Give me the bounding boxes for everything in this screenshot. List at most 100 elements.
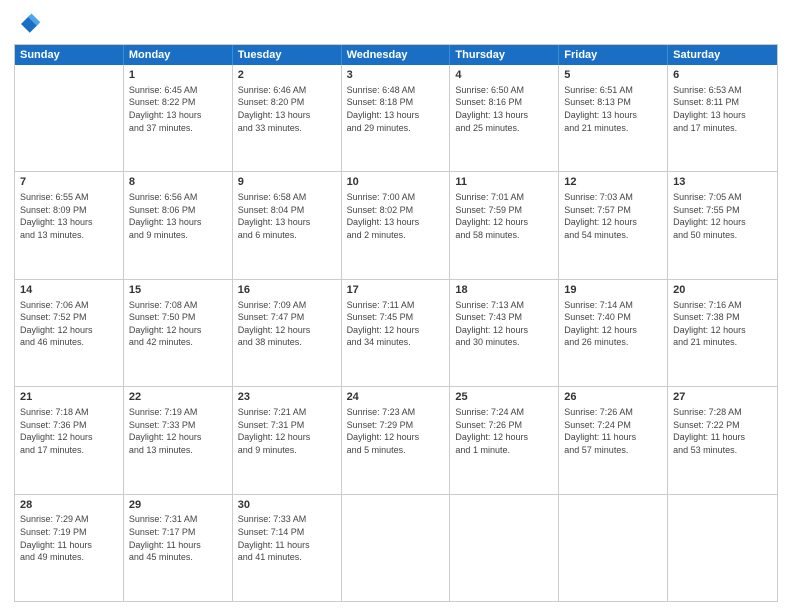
day-number: 8 [129, 175, 227, 190]
calendar-cell: 8Sunrise: 6:56 AM Sunset: 8:06 PM Daylig… [124, 172, 233, 278]
calendar-cell [450, 495, 559, 601]
day-number: 25 [455, 390, 553, 405]
day-info: Sunrise: 7:01 AM Sunset: 7:59 PM Dayligh… [455, 191, 553, 241]
day-number: 26 [564, 390, 662, 405]
day-info: Sunrise: 7:28 AM Sunset: 7:22 PM Dayligh… [673, 406, 772, 456]
day-info: Sunrise: 6:46 AM Sunset: 8:20 PM Dayligh… [238, 84, 336, 134]
day-number: 21 [20, 390, 118, 405]
logo-icon [14, 10, 42, 38]
calendar-header-cell: Friday [559, 45, 668, 65]
day-number: 14 [20, 283, 118, 298]
day-info: Sunrise: 6:55 AM Sunset: 8:09 PM Dayligh… [20, 191, 118, 241]
day-info: Sunrise: 7:24 AM Sunset: 7:26 PM Dayligh… [455, 406, 553, 456]
day-number: 30 [238, 498, 336, 513]
day-number: 11 [455, 175, 553, 190]
calendar-cell: 9Sunrise: 6:58 AM Sunset: 8:04 PM Daylig… [233, 172, 342, 278]
calendar-cell: 29Sunrise: 7:31 AM Sunset: 7:17 PM Dayli… [124, 495, 233, 601]
day-info: Sunrise: 7:00 AM Sunset: 8:02 PM Dayligh… [347, 191, 445, 241]
calendar: SundayMondayTuesdayWednesdayThursdayFrid… [14, 44, 778, 602]
day-info: Sunrise: 7:26 AM Sunset: 7:24 PM Dayligh… [564, 406, 662, 456]
calendar-cell: 24Sunrise: 7:23 AM Sunset: 7:29 PM Dayli… [342, 387, 451, 493]
calendar-cell: 18Sunrise: 7:13 AM Sunset: 7:43 PM Dayli… [450, 280, 559, 386]
day-number: 24 [347, 390, 445, 405]
calendar-cell: 23Sunrise: 7:21 AM Sunset: 7:31 PM Dayli… [233, 387, 342, 493]
day-info: Sunrise: 7:08 AM Sunset: 7:50 PM Dayligh… [129, 299, 227, 349]
calendar-cell: 5Sunrise: 6:51 AM Sunset: 8:13 PM Daylig… [559, 65, 668, 171]
day-number: 23 [238, 390, 336, 405]
calendar-cell: 26Sunrise: 7:26 AM Sunset: 7:24 PM Dayli… [559, 387, 668, 493]
calendar-cell [559, 495, 668, 601]
calendar-header-cell: Tuesday [233, 45, 342, 65]
day-number: 20 [673, 283, 772, 298]
calendar-header-cell: Wednesday [342, 45, 451, 65]
day-info: Sunrise: 7:23 AM Sunset: 7:29 PM Dayligh… [347, 406, 445, 456]
day-number: 13 [673, 175, 772, 190]
calendar-cell: 12Sunrise: 7:03 AM Sunset: 7:57 PM Dayli… [559, 172, 668, 278]
calendar-week-2: 7Sunrise: 6:55 AM Sunset: 8:09 PM Daylig… [15, 172, 777, 279]
calendar-cell: 16Sunrise: 7:09 AM Sunset: 7:47 PM Dayli… [233, 280, 342, 386]
day-info: Sunrise: 7:06 AM Sunset: 7:52 PM Dayligh… [20, 299, 118, 349]
day-info: Sunrise: 6:45 AM Sunset: 8:22 PM Dayligh… [129, 84, 227, 134]
day-info: Sunrise: 7:21 AM Sunset: 7:31 PM Dayligh… [238, 406, 336, 456]
day-info: Sunrise: 7:09 AM Sunset: 7:47 PM Dayligh… [238, 299, 336, 349]
day-info: Sunrise: 7:16 AM Sunset: 7:38 PM Dayligh… [673, 299, 772, 349]
calendar-header-cell: Monday [124, 45, 233, 65]
calendar-cell [342, 495, 451, 601]
calendar-cell: 15Sunrise: 7:08 AM Sunset: 7:50 PM Dayli… [124, 280, 233, 386]
day-info: Sunrise: 7:11 AM Sunset: 7:45 PM Dayligh… [347, 299, 445, 349]
day-number: 3 [347, 68, 445, 83]
day-info: Sunrise: 7:18 AM Sunset: 7:36 PM Dayligh… [20, 406, 118, 456]
day-info: Sunrise: 6:58 AM Sunset: 8:04 PM Dayligh… [238, 191, 336, 241]
day-number: 10 [347, 175, 445, 190]
day-number: 5 [564, 68, 662, 83]
calendar-cell: 1Sunrise: 6:45 AM Sunset: 8:22 PM Daylig… [124, 65, 233, 171]
day-number: 12 [564, 175, 662, 190]
calendar-cell: 21Sunrise: 7:18 AM Sunset: 7:36 PM Dayli… [15, 387, 124, 493]
calendar-cell: 11Sunrise: 7:01 AM Sunset: 7:59 PM Dayli… [450, 172, 559, 278]
calendar-cell: 14Sunrise: 7:06 AM Sunset: 7:52 PM Dayli… [15, 280, 124, 386]
calendar-header-cell: Thursday [450, 45, 559, 65]
calendar-week-1: 1Sunrise: 6:45 AM Sunset: 8:22 PM Daylig… [15, 65, 777, 172]
day-info: Sunrise: 7:29 AM Sunset: 7:19 PM Dayligh… [20, 513, 118, 563]
day-info: Sunrise: 6:51 AM Sunset: 8:13 PM Dayligh… [564, 84, 662, 134]
calendar-header-row: SundayMondayTuesdayWednesdayThursdayFrid… [15, 45, 777, 65]
day-info: Sunrise: 7:05 AM Sunset: 7:55 PM Dayligh… [673, 191, 772, 241]
logo [14, 10, 44, 38]
day-info: Sunrise: 7:19 AM Sunset: 7:33 PM Dayligh… [129, 406, 227, 456]
calendar-cell: 25Sunrise: 7:24 AM Sunset: 7:26 PM Dayli… [450, 387, 559, 493]
calendar-header-cell: Sunday [15, 45, 124, 65]
calendar-cell [668, 495, 777, 601]
day-number: 29 [129, 498, 227, 513]
day-info: Sunrise: 7:31 AM Sunset: 7:17 PM Dayligh… [129, 513, 227, 563]
calendar-cell: 28Sunrise: 7:29 AM Sunset: 7:19 PM Dayli… [15, 495, 124, 601]
day-info: Sunrise: 6:48 AM Sunset: 8:18 PM Dayligh… [347, 84, 445, 134]
calendar-cell [15, 65, 124, 171]
day-number: 16 [238, 283, 336, 298]
day-number: 6 [673, 68, 772, 83]
day-info: Sunrise: 7:13 AM Sunset: 7:43 PM Dayligh… [455, 299, 553, 349]
calendar-cell: 17Sunrise: 7:11 AM Sunset: 7:45 PM Dayli… [342, 280, 451, 386]
calendar-cell: 7Sunrise: 6:55 AM Sunset: 8:09 PM Daylig… [15, 172, 124, 278]
calendar-header-cell: Saturday [668, 45, 777, 65]
day-info: Sunrise: 7:03 AM Sunset: 7:57 PM Dayligh… [564, 191, 662, 241]
calendar-cell: 19Sunrise: 7:14 AM Sunset: 7:40 PM Dayli… [559, 280, 668, 386]
calendar-cell: 27Sunrise: 7:28 AM Sunset: 7:22 PM Dayli… [668, 387, 777, 493]
calendar-cell: 20Sunrise: 7:16 AM Sunset: 7:38 PM Dayli… [668, 280, 777, 386]
calendar-body: 1Sunrise: 6:45 AM Sunset: 8:22 PM Daylig… [15, 65, 777, 601]
day-number: 22 [129, 390, 227, 405]
day-number: 4 [455, 68, 553, 83]
day-number: 28 [20, 498, 118, 513]
calendar-week-5: 28Sunrise: 7:29 AM Sunset: 7:19 PM Dayli… [15, 495, 777, 601]
calendar-cell: 10Sunrise: 7:00 AM Sunset: 8:02 PM Dayli… [342, 172, 451, 278]
day-number: 9 [238, 175, 336, 190]
day-info: Sunrise: 7:14 AM Sunset: 7:40 PM Dayligh… [564, 299, 662, 349]
day-number: 18 [455, 283, 553, 298]
day-number: 15 [129, 283, 227, 298]
day-info: Sunrise: 7:33 AM Sunset: 7:14 PM Dayligh… [238, 513, 336, 563]
day-number: 1 [129, 68, 227, 83]
day-number: 7 [20, 175, 118, 190]
calendar-cell: 13Sunrise: 7:05 AM Sunset: 7:55 PM Dayli… [668, 172, 777, 278]
day-info: Sunrise: 6:50 AM Sunset: 8:16 PM Dayligh… [455, 84, 553, 134]
day-number: 19 [564, 283, 662, 298]
day-info: Sunrise: 6:56 AM Sunset: 8:06 PM Dayligh… [129, 191, 227, 241]
